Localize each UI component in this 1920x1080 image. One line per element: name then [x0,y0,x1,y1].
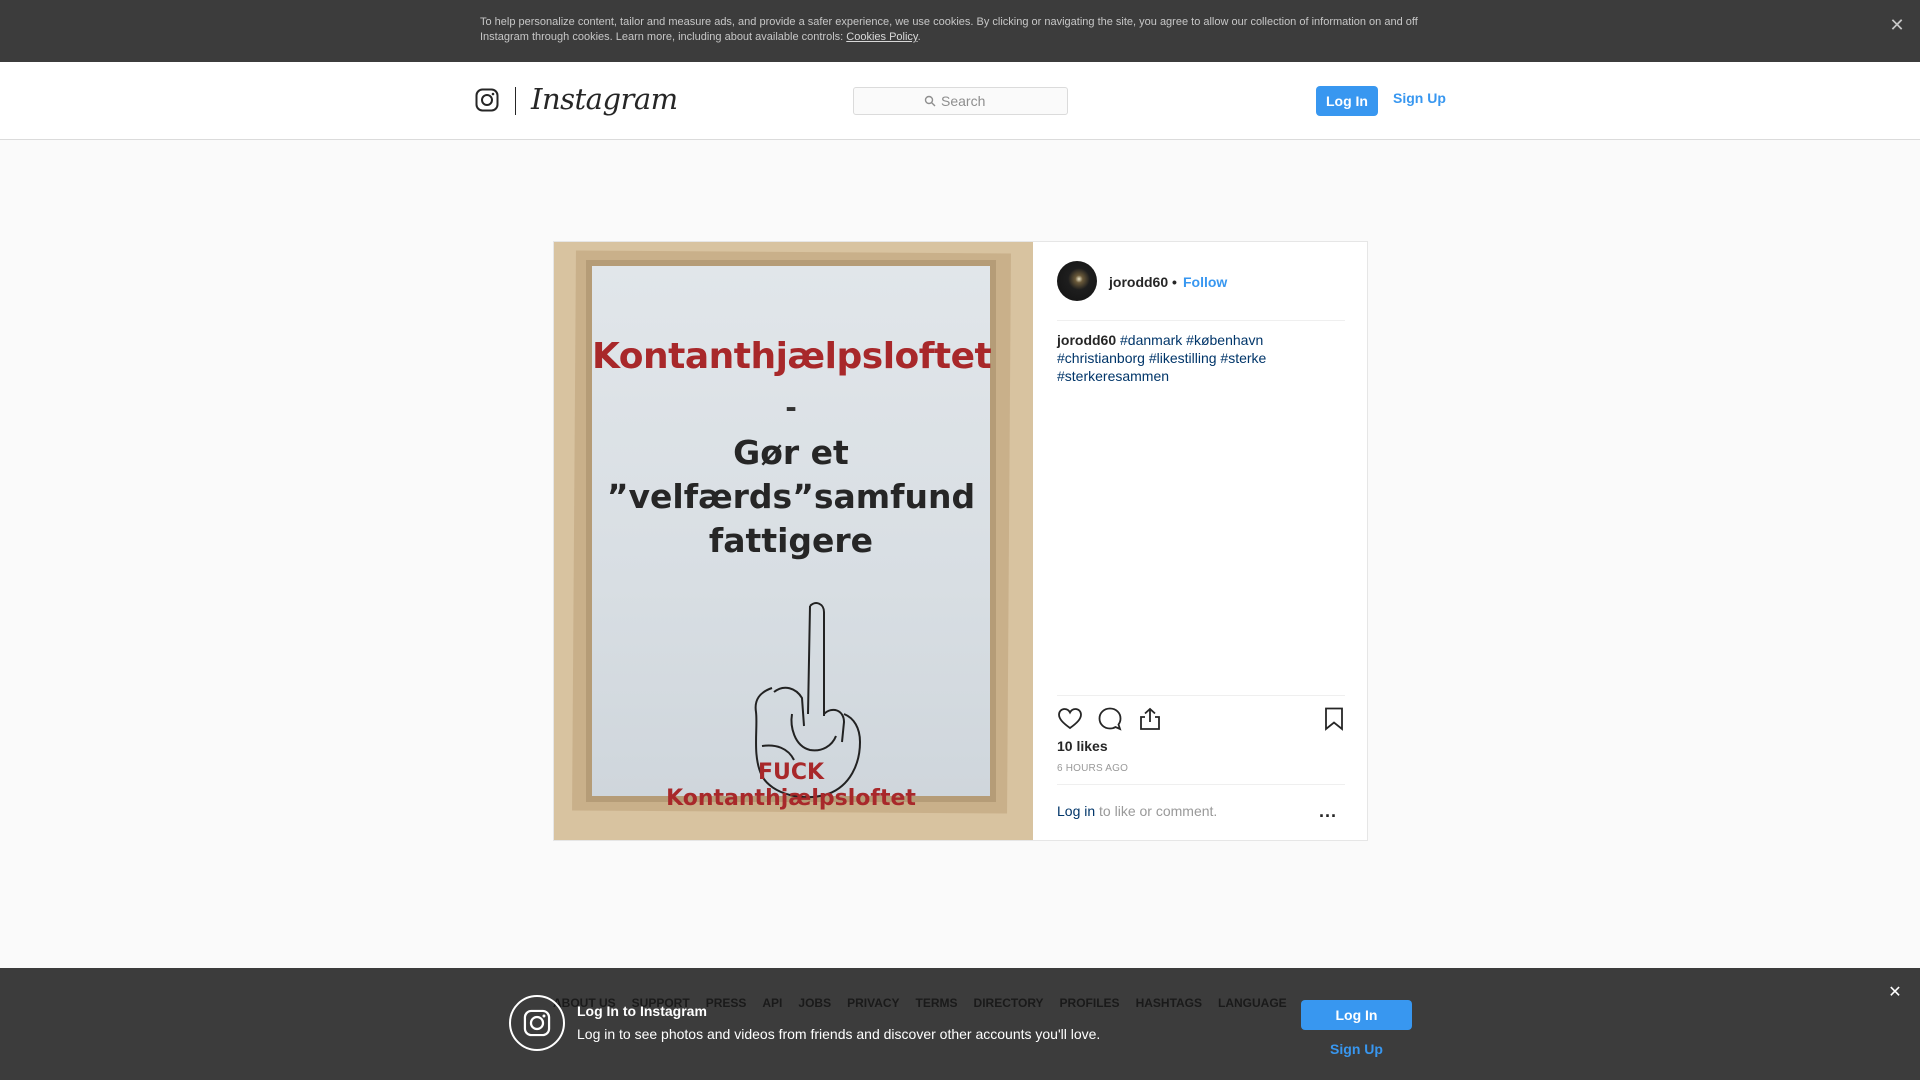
sign-line-1: Gør et [733,433,849,472]
post-sidebar: jorodd60 • Follow jorodd60 #danmark #køb… [1033,242,1367,840]
footer-link-jobs[interactable]: Jobs [798,996,831,1010]
avatar[interactable] [1057,261,1097,301]
likes-count[interactable]: 10 likes [1057,738,1108,754]
footer-link-privacy[interactable]: Privacy [847,996,899,1010]
instagram-logo-icon [509,995,565,1051]
search-placeholder: Search [941,93,986,109]
cookie-message: To help personalize content, tailor and … [480,16,1418,43]
search-input[interactable]: Search [853,87,1068,115]
cookies-policy-link[interactable]: Cookies Policy [846,31,917,43]
close-icon[interactable]: ✕ [1884,982,1906,1004]
bookmark-icon[interactable] [1321,706,1347,732]
post-photo[interactable]: Kontanthjælpsloftet - Gør et ”velfærds”s… [554,242,1033,840]
post-actions [1057,695,1345,743]
sign-foot-1: FUCK [757,760,825,785]
overlay-signup-link[interactable]: Sign Up [1301,1041,1412,1057]
sign-line-2: ”velfærds”samfund [606,477,976,516]
footer-link-press[interactable]: Press [706,996,747,1010]
sign-foot-2: Kontanthjælpsloftet [666,786,916,811]
overlay-title: Log In to Instagram [577,1003,707,1019]
comment-prompt-text: to like or comment. [1095,803,1218,819]
sign-title: Kontanthjælpsloftet [592,336,992,377]
overlay-subtitle: Log in to see photos and videos from fri… [577,1026,1101,1042]
signup-link[interactable]: Sign Up [1393,90,1446,106]
sign-line-3: fattigere [708,521,874,560]
footer-link-directory[interactable]: Directory [974,996,1044,1010]
footer-link-api[interactable]: API [762,996,782,1010]
footer-link-hashtags[interactable]: Hashtags [1136,996,1202,1010]
post-caption: jorodd60 #danmark #københavn #christianb… [1057,331,1345,385]
logo-divider [515,87,516,115]
follow-button[interactable]: Follow [1183,274,1227,290]
login-overlay-bar: About us Support Press API Jobs Privacy … [0,968,1920,1080]
separator-dot: • [1172,274,1177,290]
post-author-header: jorodd60 • Follow [1057,261,1345,321]
cookie-banner: To help personalize content, tailor and … [0,0,1920,62]
photo-sign: Kontanthjælpsloftet - Gør et ”velfærds”s… [586,260,996,811]
footer-link-profiles[interactable]: Profiles [1060,996,1120,1010]
close-icon[interactable]: ✕ [1886,14,1908,36]
comment-prompt-row: Log in to like or comment. ... [1057,784,1345,840]
overlay-login-button[interactable]: Log In [1301,1000,1412,1030]
post-card: Kontanthjælpsloftet - Gør et ”velfærds”s… [553,241,1368,841]
hashtag-link[interactable]: #sterke [1220,350,1266,366]
search-icon [924,95,936,107]
footer-link-language[interactable]: Language [1218,996,1287,1010]
sign-body: Gør et ”velfærds”samfund fattigere [592,431,990,563]
post-timestamp: 6 HOURS AGO [1057,763,1129,774]
instagram-wordmark[interactable]: Instagram [531,82,678,116]
hashtag-link[interactable]: #københavn [1186,332,1263,348]
login-button[interactable]: Log In [1316,86,1378,116]
comment-icon[interactable] [1097,706,1123,732]
comment-prompt: Log in to like or comment. [1057,803,1217,819]
hashtag-link[interactable]: #likestilling [1149,350,1217,366]
cookie-text: To help personalize content, tailor and … [480,15,1440,45]
top-nav: Instagram Search Log In Sign Up [0,62,1920,140]
hashtag-link[interactable]: #sterkeresammen [1057,368,1169,384]
cookie-suffix: . [917,31,921,43]
instagram-glyph-icon[interactable] [475,88,499,112]
hashtag-link[interactable]: #danmark [1120,332,1182,348]
footer-link-terms[interactable]: Terms [916,996,958,1010]
heart-icon[interactable] [1057,706,1083,732]
author-username[interactable]: jorodd60 [1109,274,1168,290]
more-options-button[interactable]: ... [1319,801,1337,822]
sign-dash: - [785,391,797,424]
caption-username[interactable]: jorodd60 [1057,332,1116,348]
hashtag-link[interactable]: #christianborg [1057,350,1145,366]
login-to-comment-link[interactable]: Log in [1057,803,1095,819]
share-icon[interactable] [1137,706,1163,732]
search-placeholder-group: Search [924,93,985,109]
